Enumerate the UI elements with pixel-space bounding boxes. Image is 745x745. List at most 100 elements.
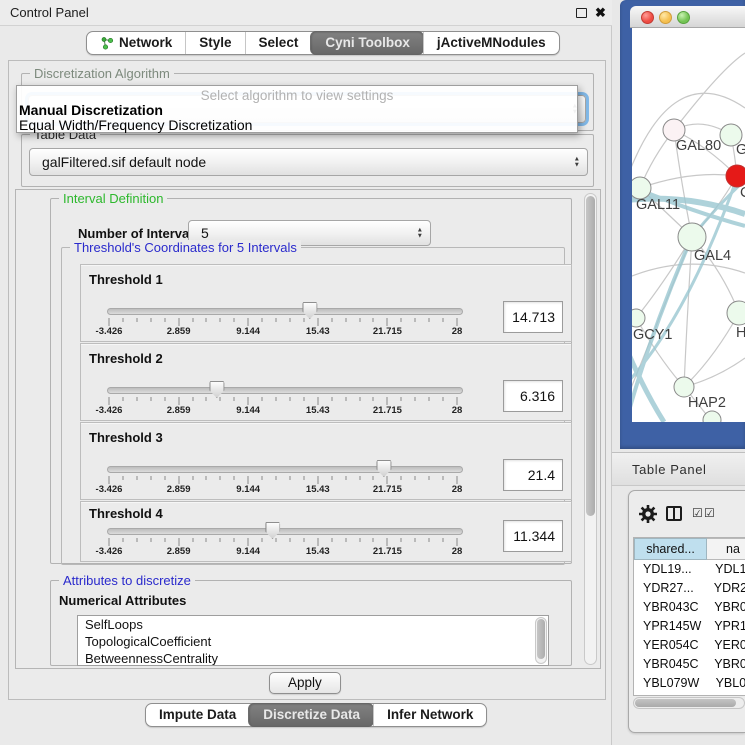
threshold-3-panel: Threshold 3 -3.4262.8599.14415.4321.7152… bbox=[80, 422, 572, 500]
group-label: Discretization Algorithm bbox=[30, 66, 174, 81]
node-red[interactable] bbox=[726, 165, 745, 187]
checkbox-icon[interactable]: ☑ bbox=[704, 506, 715, 520]
list-item[interactable]: BetweennessCentrality bbox=[78, 650, 548, 666]
column-header-shared[interactable]: shared... bbox=[634, 538, 707, 560]
table-row[interactable]: YLR345WYLR3 bbox=[634, 693, 745, 696]
table-data-group: Table Data galFiltered.sif default node … bbox=[21, 134, 594, 187]
network-window-titlebar[interactable] bbox=[630, 6, 745, 28]
combo-value: galFiltered.sif default node bbox=[42, 154, 206, 170]
node-label: GAL80 bbox=[676, 138, 721, 154]
group-label: Threshold's Coordinates for 5 Intervals bbox=[70, 240, 301, 255]
numerical-attributes-list[interactable]: SelfLoops TopologicalCoefficient Between… bbox=[77, 615, 549, 666]
popup-prompt: Select algorithm to view settings bbox=[17, 88, 577, 103]
table-row[interactable]: YBL079WYBL0 bbox=[634, 674, 745, 693]
close-traffic-icon[interactable] bbox=[641, 11, 654, 24]
group-label: Attributes to discretize bbox=[59, 573, 195, 588]
list-item[interactable]: TopologicalCoefficient bbox=[78, 633, 548, 650]
threshold-value-field[interactable]: 14.713 bbox=[503, 301, 563, 333]
slider-thumb[interactable] bbox=[265, 522, 280, 539]
minimize-traffic-icon[interactable] bbox=[659, 11, 672, 24]
table-panel-title: Table Panel bbox=[632, 453, 707, 486]
combo-stepper-icon: ▲▼ bbox=[574, 157, 580, 168]
threshold-label: Threshold 2 bbox=[89, 351, 163, 366]
list-scrollbar[interactable] bbox=[535, 617, 547, 664]
node-label: GA bbox=[736, 142, 745, 158]
node-label: GAL11 bbox=[636, 197, 680, 213]
slider-thumb[interactable] bbox=[209, 381, 224, 398]
popup-option-manual-discretization[interactable]: Manual Discretization bbox=[19, 102, 163, 118]
column-header-name[interactable]: na bbox=[707, 538, 745, 560]
table-row[interactable]: YDR27...YDR2 bbox=[634, 579, 745, 598]
gear-icon[interactable] bbox=[638, 504, 658, 524]
combo-value: 5 bbox=[201, 225, 209, 241]
checkbox-icon[interactable]: ☑ bbox=[692, 506, 703, 520]
node-gcy1[interactable] bbox=[632, 309, 645, 327]
network-canvas[interactable]: GAL80 GA C GAL11 GAL4 GCY1 H HAP2 bbox=[632, 28, 745, 422]
top-tab-bar: Network Style Select Cyni Toolbox jActiv… bbox=[86, 31, 560, 55]
table-data-combobox[interactable]: galFiltered.sif default node ▲▼ bbox=[29, 148, 588, 176]
slider-ticks bbox=[109, 538, 457, 546]
float-window-icon[interactable] bbox=[576, 8, 587, 18]
apply-button[interactable]: Apply bbox=[269, 672, 341, 694]
slider-thumb[interactable] bbox=[302, 302, 317, 319]
threshold-label: Threshold 1 bbox=[89, 272, 163, 287]
node-hap2[interactable] bbox=[674, 377, 694, 397]
slider-track[interactable] bbox=[107, 528, 463, 535]
tab-discretize-data[interactable]: Discretize Data bbox=[248, 703, 374, 727]
network-graph: GAL80 GA C GAL11 GAL4 GCY1 H HAP2 bbox=[632, 28, 745, 422]
table-panel: ☑ ☑ shared... na YDL19...YDL1 YDR27...YD… bbox=[628, 490, 745, 733]
tab-cyni-toolbox[interactable]: Cyni Toolbox bbox=[310, 31, 424, 55]
list-item[interactable]: SelfLoops bbox=[78, 616, 548, 633]
node-gal4[interactable] bbox=[678, 223, 706, 251]
threshold-2-panel: Threshold 2 -3.4262.8599.14415.4321.7152… bbox=[80, 343, 572, 421]
cyni-toolbox-panel: Discretization Algorithm ▲▼ Table Data g… bbox=[8, 60, 606, 700]
table-row[interactable]: YBR045CYBR0 bbox=[634, 655, 745, 674]
tab-label: Cyni Toolbox bbox=[325, 32, 410, 54]
close-icon[interactable]: ✖ bbox=[595, 4, 606, 22]
slider-ticks bbox=[109, 476, 457, 484]
slider-thumb[interactable] bbox=[376, 460, 391, 477]
panel-title: Control Panel bbox=[10, 0, 89, 26]
node-gal11[interactable] bbox=[632, 177, 651, 199]
threshold-value-field[interactable]: 11.344 bbox=[503, 520, 563, 552]
tab-label: Network bbox=[119, 32, 172, 54]
split-columns-icon[interactable] bbox=[666, 506, 682, 521]
tab-style[interactable]: Style bbox=[185, 32, 244, 54]
group-label: Interval Definition bbox=[59, 191, 167, 206]
algorithm-dropdown-popup: Select algorithm to view settings Manual… bbox=[16, 85, 578, 133]
table-horizontal-scrollbar[interactable] bbox=[633, 697, 745, 709]
slider-track[interactable] bbox=[107, 387, 463, 394]
threshold-4-panel: Threshold 4 -3.4262.8599.14415.4321.7152… bbox=[80, 501, 572, 562]
tab-infer-network[interactable]: Infer Network bbox=[373, 704, 486, 726]
threshold-value-field[interactable]: 21.4 bbox=[503, 459, 563, 491]
table-row[interactable]: YER054CYER0 bbox=[634, 636, 745, 655]
slider-ticks bbox=[109, 318, 457, 326]
settings-scrollbar[interactable] bbox=[584, 193, 597, 665]
slider-ticks bbox=[109, 397, 457, 405]
tab-label: Discretize Data bbox=[263, 704, 360, 726]
node-label: HAP2 bbox=[688, 395, 726, 411]
node-label: GAL4 bbox=[694, 248, 731, 264]
slider-track[interactable] bbox=[107, 308, 463, 315]
control-panel-titlebar: Control Panel ✖ bbox=[0, 0, 612, 26]
node-table[interactable]: shared... na YDL19...YDL1 YDR27...YDR2 Y… bbox=[633, 537, 745, 696]
tab-network[interactable]: Network bbox=[87, 32, 185, 54]
slider-track[interactable] bbox=[107, 466, 463, 473]
table-row[interactable]: YBR043CYBR0 bbox=[634, 598, 745, 617]
node-bottom[interactable] bbox=[703, 411, 721, 422]
threshold-1-panel: Threshold 1 -3.4262.8599.14415.4321.7152… bbox=[80, 264, 572, 342]
table-toolbar: ☑ ☑ bbox=[629, 491, 745, 536]
table-row[interactable]: YDL19...YDL1 bbox=[634, 560, 745, 579]
threshold-value-field[interactable]: 6.316 bbox=[503, 380, 563, 412]
tab-jactivemnodules[interactable]: jActiveMNodules bbox=[423, 32, 559, 54]
node-h[interactable] bbox=[727, 301, 745, 325]
popup-option-equal-width-frequency[interactable]: Equal Width/Frequency Discretization bbox=[19, 117, 252, 133]
numerical-attributes-label: Numerical Attributes bbox=[59, 593, 186, 608]
bottom-tab-bar: Impute Data Discretize Data Infer Networ… bbox=[145, 703, 487, 727]
table-panel-header: Table Panel bbox=[612, 452, 745, 486]
zoom-traffic-icon[interactable] bbox=[677, 11, 690, 24]
tab-select[interactable]: Select bbox=[245, 32, 312, 54]
tab-impute-data[interactable]: Impute Data bbox=[146, 704, 249, 726]
table-row[interactable]: YPR145WYPR1 bbox=[634, 617, 745, 636]
threshold-label: Threshold 3 bbox=[89, 430, 163, 445]
